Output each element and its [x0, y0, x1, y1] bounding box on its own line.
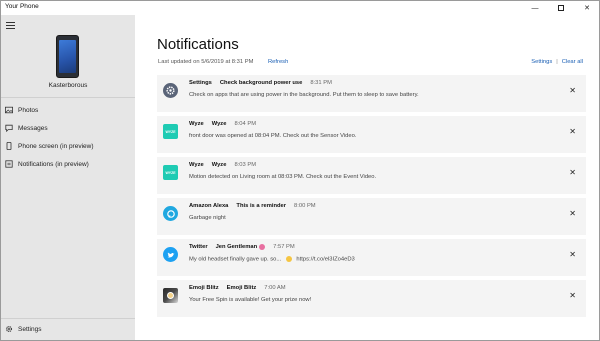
- dismiss-icon[interactable]: ✕: [569, 291, 576, 300]
- maximize-button[interactable]: [549, 1, 573, 15]
- notification-body-text: My old headset finally gave up. so...: [189, 256, 282, 263]
- clear-all-link[interactable]: Clear all: [562, 59, 583, 65]
- notification-title: Wyze: [211, 121, 227, 127]
- sidebar-divider: [1, 318, 135, 319]
- sidebar-item-messages[interactable]: Messages: [1, 119, 135, 137]
- wyze-icon: WYZE: [163, 165, 178, 180]
- settings-gear-icon: [163, 83, 178, 98]
- notification-time: 8:31 PM: [310, 80, 332, 86]
- dismiss-icon[interactable]: ✕: [569, 250, 576, 259]
- wyze-logo-text: WYZE: [165, 170, 176, 175]
- notification-time: 7:00 AM: [264, 285, 286, 291]
- notification-app: Wyze: [189, 121, 204, 127]
- notification-app: Emoji Blitz: [189, 285, 219, 291]
- refresh-link[interactable]: Refresh: [268, 59, 288, 65]
- photos-icon: [5, 106, 13, 114]
- sidebar-item-label: Photos: [18, 106, 39, 114]
- notification-actions: Settings | Clear all: [531, 59, 583, 65]
- sidebar-item-label: Messages: [18, 124, 48, 132]
- sidebar-nav: Photos Messages Phone screen (in preview…: [1, 101, 135, 173]
- maximize-icon: [558, 5, 564, 11]
- sidebar-item-label: Notifications (in preview): [18, 160, 89, 168]
- notification-time: 8:04 PM: [234, 121, 257, 127]
- emoji-icon: [259, 244, 266, 250]
- sidebar-item-phone-screen[interactable]: Phone screen (in preview): [1, 137, 135, 155]
- notification-body: Your Free Spin is available! Get your pr…: [189, 297, 312, 303]
- notification-app: Amazon Alexa: [189, 203, 229, 209]
- notification-title: Emoji Blitz: [226, 285, 257, 291]
- notification-body: Garbage night: [189, 215, 226, 221]
- notification-title: Check background power use: [219, 80, 303, 86]
- notification-card[interactable]: WYZE Wyze Wyze 8:04 PM front door was op…: [157, 116, 586, 153]
- sidebar-item-photos[interactable]: Photos: [1, 101, 135, 119]
- notification-body: front door was opened at 08:04 PM. Check…: [189, 133, 357, 139]
- notification-card[interactable]: Amazon Alexa This is a reminder 8:00 PM …: [157, 198, 586, 235]
- window-title: Your Phone: [5, 3, 39, 10]
- dismiss-icon[interactable]: ✕: [569, 127, 576, 136]
- emoji-icon: [285, 256, 292, 262]
- dismiss-icon[interactable]: ✕: [569, 86, 576, 95]
- notification-link: https://t.co/el3IZo4eD3: [296, 256, 355, 263]
- sidebar-divider: [1, 97, 135, 98]
- notifications-icon: [5, 160, 13, 168]
- wyze-icon: WYZE: [163, 124, 178, 139]
- notification-body: My old headset finally gave up. so... ht…: [189, 256, 355, 263]
- notification-card[interactable]: WYZE Wyze Wyze 8:03 PM Motion detected o…: [157, 157, 586, 194]
- notification-app: Twitter: [189, 244, 208, 250]
- notification-title: Jen Gentleman: [215, 244, 258, 250]
- sidebar: Kasterborous Photos Messages Phone scree…: [1, 15, 135, 340]
- notification-time: 8:00 PM: [294, 203, 316, 209]
- notification-title: Wyze: [211, 162, 227, 168]
- sidebar-settings-label: Settings: [18, 325, 42, 333]
- notification-list: Settings Check background power use 8:31…: [157, 75, 586, 321]
- last-updated-text: Last updated on 5/6/2019 at 8:31 PM: [158, 59, 254, 65]
- sidebar-settings[interactable]: Settings: [5, 325, 42, 333]
- phone-image: [56, 35, 79, 78]
- emoji-blitz-icon: [163, 288, 178, 303]
- dismiss-icon[interactable]: ✕: [569, 209, 576, 218]
- settings-link[interactable]: Settings: [531, 59, 552, 65]
- notification-app: Settings: [189, 80, 212, 86]
- sidebar-item-label: Phone screen (in preview): [18, 142, 94, 150]
- notification-card[interactable]: Twitter Jen Gentleman 7:57 PM My old hea…: [157, 239, 586, 276]
- wyze-logo-text: WYZE: [165, 129, 176, 134]
- notification-time: 8:03 PM: [234, 162, 257, 168]
- close-window-button[interactable]: ✕: [575, 1, 599, 15]
- app-window: Your Phone — ✕ Kasterborous Photos Messa…: [0, 0, 600, 341]
- gear-icon: [5, 325, 13, 333]
- notification-card[interactable]: Emoji Blitz Emoji Blitz 7:00 AM Your Fre…: [157, 280, 586, 317]
- main-panel: Notifications Last updated on 5/6/2019 a…: [135, 15, 599, 340]
- phone-screen-icon: [5, 142, 13, 150]
- notification-card[interactable]: Settings Check background power use 8:31…: [157, 75, 586, 112]
- twitter-bird-icon: [163, 247, 178, 262]
- messages-icon: [5, 124, 13, 132]
- device-name: Kasterborous: [48, 82, 88, 89]
- notification-body: Check on apps that are using power in th…: [189, 92, 419, 98]
- dismiss-icon[interactable]: ✕: [569, 168, 576, 177]
- sidebar-item-notifications[interactable]: Notifications (in preview): [1, 155, 135, 173]
- notification-app: Wyze: [189, 162, 204, 168]
- notification-title: This is a reminder: [236, 203, 287, 209]
- action-separator: |: [556, 59, 558, 65]
- alexa-icon: [163, 206, 178, 221]
- page-title: Notifications: [157, 36, 239, 53]
- notification-body: Motion detected on Living room at 08:03 …: [189, 174, 377, 180]
- title-bar: Your Phone — ✕: [1, 1, 599, 15]
- notification-time: 7:57 PM: [273, 244, 295, 250]
- hamburger-menu-icon[interactable]: [6, 22, 15, 29]
- minimize-button[interactable]: —: [523, 1, 547, 15]
